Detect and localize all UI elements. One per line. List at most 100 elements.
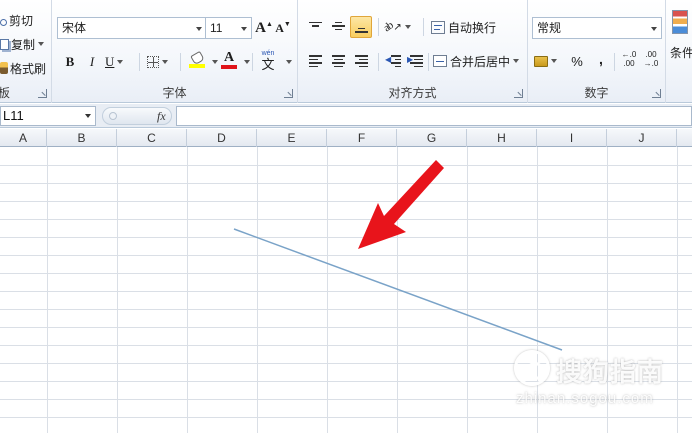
column-header-j[interactable]: J (607, 129, 677, 147)
column-header-e[interactable]: E (257, 129, 327, 147)
grid-line (187, 147, 188, 433)
bottom-align-button[interactable] (350, 16, 372, 38)
grow-font-button[interactable]: A ▲ (255, 18, 273, 38)
chevron-down-icon[interactable] (551, 59, 557, 63)
insert-function-button[interactable]: fx (157, 109, 166, 124)
merge-center-button[interactable]: 合并后居中 (433, 51, 520, 71)
chevron-down-icon[interactable] (513, 59, 520, 63)
accounting-format-button[interactable] (534, 51, 557, 71)
orientation-button[interactable]: ab ↗ (381, 17, 411, 37)
chevron-down-icon[interactable] (286, 60, 292, 64)
bold-button[interactable]: B (61, 52, 79, 72)
chevron-down-icon[interactable] (162, 60, 168, 64)
phonetic-icon: 文 (261, 56, 275, 72)
grid-line (47, 147, 48, 433)
grid-line (467, 147, 468, 433)
divider (252, 53, 253, 71)
number-format-value: 常规 (537, 21, 562, 35)
wrap-text-button[interactable]: 自动换行 (431, 17, 496, 37)
conditional-format-icon[interactable] (672, 10, 688, 34)
column-header-d[interactable]: D (187, 129, 257, 147)
chevron-down-icon[interactable] (85, 114, 91, 118)
format-painter-button[interactable]: 格式刷 (0, 58, 46, 78)
grid-line (0, 165, 692, 166)
font-color-icon: A (223, 49, 235, 65)
increase-decimal-button[interactable]: ←.0 .00 (620, 49, 638, 69)
decrease-indent-button[interactable]: ◀ (384, 51, 404, 71)
number-format-select[interactable]: 常规 (532, 17, 662, 39)
font-color-button[interactable]: A (220, 50, 238, 70)
font-size-value: 11 (210, 21, 223, 35)
chevron-down-icon[interactable] (38, 42, 45, 46)
alignment-dialog-launcher-icon[interactable] (514, 89, 523, 98)
column-header-i[interactable]: I (537, 129, 607, 147)
align-center-button[interactable] (328, 51, 348, 71)
name-box[interactable]: L11 (0, 106, 96, 126)
chevron-down-icon[interactable] (117, 60, 124, 64)
chevron-down-icon[interactable] (244, 60, 250, 64)
column-header-b[interactable]: B (47, 129, 117, 147)
clipboard-dialog-launcher-icon[interactable] (38, 89, 47, 98)
font-dialog-launcher-icon[interactable] (284, 89, 293, 98)
grid-line (0, 183, 692, 184)
increase-indent-button[interactable]: ▶ (406, 51, 426, 71)
underline-button[interactable]: U (105, 52, 124, 72)
borders-button[interactable] (147, 52, 168, 72)
copy-button[interactable]: 复制 (0, 34, 45, 54)
column-header-a[interactable]: A (0, 129, 47, 147)
font-group-label: 字体 (162, 86, 187, 100)
conditional-format-label[interactable]: 条件 (670, 44, 692, 61)
align-right-icon (354, 55, 368, 68)
alignment-group-label: 对齐方式 (388, 86, 437, 100)
comma-style-button[interactable]: , (592, 49, 610, 69)
formula-input[interactable] (176, 106, 692, 126)
watermark-brand: 搜狗指南 (556, 357, 665, 387)
divider (139, 53, 140, 71)
align-right-button[interactable] (351, 51, 371, 71)
grid-line (0, 291, 692, 292)
middle-align-button[interactable] (328, 16, 348, 36)
chevron-down-icon[interactable] (212, 60, 218, 64)
fill-color-swatch (189, 63, 205, 68)
percent-style-button[interactable]: % (568, 51, 586, 71)
font-color-swatch (221, 64, 237, 69)
cut-button[interactable]: 剪切 (0, 10, 33, 30)
grid-line (0, 273, 692, 274)
chevron-down-icon[interactable] (404, 25, 411, 29)
middle-align-icon (331, 21, 345, 31)
ribbon: 剪切 复制 格式刷 板 宋体 11 A ▲ A ▼ B I U A wén 文 … (0, 0, 692, 103)
align-center-icon (331, 55, 345, 68)
column-header-g[interactable]: G (397, 129, 467, 147)
grid-line (327, 147, 328, 433)
grid-line (0, 237, 692, 238)
column-header-c[interactable]: C (117, 129, 187, 147)
watermark-url: zhinan.sogou.com (516, 390, 654, 407)
copy-icon (0, 38, 9, 50)
divider (180, 53, 181, 71)
chevron-down-icon (196, 27, 202, 31)
number-group: 常规 % , ←.0 .00 .00 →.0 数字 (528, 0, 666, 103)
decrease-decimal-button[interactable]: .00 →.0 (642, 49, 660, 69)
phonetic-guide-button[interactable]: wén 文 (259, 50, 277, 72)
align-left-button[interactable] (305, 51, 325, 71)
column-header-f[interactable]: F (327, 129, 397, 147)
paint-bucket-icon (189, 50, 205, 65)
fill-color-button[interactable] (188, 50, 206, 70)
underline-glyph: U (105, 54, 115, 69)
bottom-align-icon (354, 27, 368, 33)
font-size-select[interactable]: 11 (205, 17, 252, 39)
column-header-h[interactable]: H (467, 129, 537, 147)
format-painter-label: 格式刷 (10, 61, 47, 76)
wrap-text-icon (431, 20, 445, 34)
formula-bar: L11 fx (0, 104, 692, 128)
font-name-select[interactable]: 宋体 (57, 17, 207, 39)
expand-handle-icon[interactable] (109, 112, 117, 120)
number-dialog-launcher-icon[interactable] (652, 89, 661, 98)
merge-center-label: 合并后居中 (450, 54, 511, 69)
shrink-font-button[interactable]: A ▼ (274, 18, 292, 38)
grid-line (0, 201, 692, 202)
top-align-button[interactable] (305, 16, 325, 36)
styles-group: 条件 (666, 0, 692, 103)
italic-button[interactable]: I (83, 52, 101, 72)
shrink-font-icon: A (275, 20, 284, 35)
